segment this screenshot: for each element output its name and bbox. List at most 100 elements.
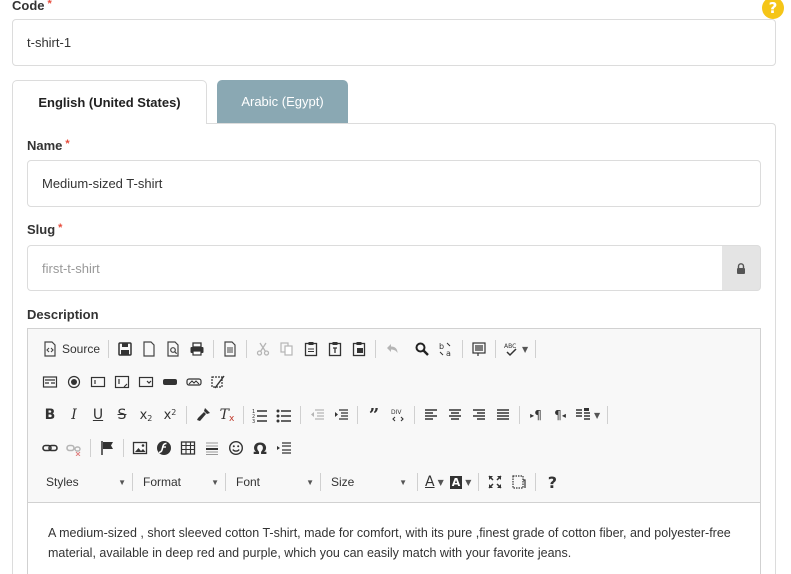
paste-icon[interactable]	[299, 337, 323, 361]
chevron-down-icon: ▼	[594, 410, 601, 420]
paste-word-icon[interactable]	[347, 337, 371, 361]
editor-content[interactable]: A medium-sized , short sleeved cotton T-…	[28, 503, 760, 574]
paste-text-icon[interactable]	[323, 337, 347, 361]
size-dropdown[interactable]: Size ▼	[321, 470, 413, 494]
horizontal-rule-icon[interactable]	[200, 436, 224, 460]
special-char-icon[interactable]: Ω	[248, 436, 272, 460]
code-label-text: Code	[12, 0, 45, 13]
toolbar-row-1: Source ba ABC ▼	[38, 335, 540, 363]
flash-icon[interactable]	[152, 436, 176, 460]
subscript-icon[interactable]: x2	[134, 403, 158, 427]
copy-icon[interactable]	[275, 337, 299, 361]
maximize-icon[interactable]	[483, 470, 507, 494]
toolbar-separator	[535, 340, 537, 358]
button-field-icon[interactable]	[158, 370, 182, 394]
size-label: Size	[331, 475, 355, 489]
format-dropdown[interactable]: Format ▼	[133, 470, 225, 494]
required-mark: *	[47, 0, 52, 10]
bulleted-list-icon[interactable]	[272, 403, 296, 427]
lock-icon[interactable]	[722, 245, 761, 291]
chevron-down-icon: ▼	[522, 344, 529, 354]
templates-icon[interactable]	[218, 337, 242, 361]
table-icon[interactable]	[176, 436, 200, 460]
form-icon[interactable]	[38, 370, 62, 394]
help-icon[interactable]: ?	[762, 0, 784, 19]
required-mark: *	[58, 222, 63, 234]
toolbar-separator	[478, 473, 480, 491]
toolbar-separator	[123, 439, 124, 457]
tab-english[interactable]: English (United States)	[12, 80, 207, 124]
language-icon[interactable]: ▼	[572, 403, 603, 427]
strikethrough-icon[interactable]: S	[110, 403, 134, 427]
outdent-icon[interactable]	[305, 403, 329, 427]
undo-icon[interactable]	[380, 337, 404, 361]
align-left-icon[interactable]	[419, 403, 443, 427]
background-color-icon[interactable]: A ▼	[447, 470, 475, 494]
toolbar-separator	[246, 340, 248, 358]
toolbar-separator	[357, 406, 358, 424]
bold-icon[interactable]: B	[38, 403, 62, 427]
code-input[interactable]: t-shirt-1	[12, 19, 776, 66]
styles-dropdown[interactable]: Styles ▼	[36, 470, 132, 494]
select-field-icon[interactable]	[134, 370, 158, 394]
text-field-icon[interactable]	[86, 370, 110, 394]
name-input[interactable]: Medium-sized T-shirt	[27, 160, 761, 207]
italic-icon[interactable]: I	[62, 403, 86, 427]
toolbar-row-2	[38, 368, 230, 396]
remove-format-icon[interactable]: Tx	[215, 403, 239, 427]
description-text: A medium-sized , short sleeved cotton T-…	[48, 526, 731, 560]
superscript-icon[interactable]: x2	[158, 403, 182, 427]
link-icon[interactable]	[38, 436, 62, 460]
source-icon	[44, 341, 56, 357]
find-icon[interactable]	[410, 337, 434, 361]
show-blocks-icon[interactable]	[507, 470, 531, 494]
toolbar-separator	[90, 439, 91, 457]
required-mark: *	[65, 138, 70, 150]
chevron-down-icon: ▼	[465, 477, 472, 487]
toolbar-separator	[300, 406, 301, 424]
tab-arabic[interactable]: Arabic (Egypt)	[217, 80, 348, 123]
svg-text:DIV: DIV	[391, 409, 402, 416]
select-all-icon[interactable]	[467, 337, 491, 361]
align-center-icon[interactable]	[443, 403, 467, 427]
align-right-icon[interactable]	[467, 403, 491, 427]
new-page-icon[interactable]	[137, 337, 161, 361]
ltr-icon[interactable]: ▸ ¶	[524, 403, 548, 427]
svg-text:ABC: ABC	[504, 343, 516, 350]
textarea-icon[interactable]	[110, 370, 134, 394]
create-div-icon[interactable]: DIV	[386, 403, 410, 427]
indent-icon[interactable]	[329, 403, 353, 427]
rtl-icon[interactable]: ¶ ◂	[548, 403, 572, 427]
toolbar-separator	[417, 473, 418, 491]
rich-text-editor: Source ba ABC ▼ B I U S x 2 x 2 T x 1 2 …	[27, 328, 761, 574]
smiley-icon[interactable]	[224, 436, 248, 460]
unlink-icon[interactable]	[62, 436, 86, 460]
lock-glyph	[737, 262, 745, 274]
underline-icon[interactable]: U	[86, 403, 110, 427]
source-button[interactable]: Source	[38, 337, 104, 361]
hidden-field-icon[interactable]	[206, 370, 230, 394]
cut-icon[interactable]	[251, 337, 275, 361]
help-editor-icon[interactable]: ?	[540, 470, 564, 494]
save-icon[interactable]	[113, 337, 137, 361]
image-button-icon[interactable]	[182, 370, 206, 394]
page-break-icon[interactable]	[272, 436, 296, 460]
replace-icon[interactable]: ba	[434, 337, 458, 361]
spellcheck-icon[interactable]: ABC ▼	[500, 337, 531, 361]
chevron-down-icon: ▼	[437, 477, 444, 487]
font-dropdown[interactable]: Font ▼	[226, 470, 320, 494]
print-icon[interactable]	[185, 337, 209, 361]
toolbar-row-3: B I U S x2 x2 Tx 123 ” DIV ▸ ¶ ¶ ◂ ▼	[38, 401, 612, 429]
image-icon[interactable]	[128, 436, 152, 460]
preview-icon[interactable]	[161, 337, 185, 361]
slug-input[interactable]: first-t-shirt	[27, 245, 723, 291]
blockquote-icon[interactable]: ”	[362, 403, 386, 427]
numbered-list-icon[interactable]: 123	[248, 403, 272, 427]
anchor-flag-icon[interactable]	[95, 436, 119, 460]
copy-format-icon[interactable]	[191, 403, 215, 427]
align-justify-icon[interactable]	[491, 403, 515, 427]
toolbar-separator	[462, 340, 464, 358]
source-label: Source	[62, 342, 101, 356]
text-color-icon[interactable]: A ▼	[422, 470, 447, 494]
radio-icon[interactable]	[62, 370, 86, 394]
